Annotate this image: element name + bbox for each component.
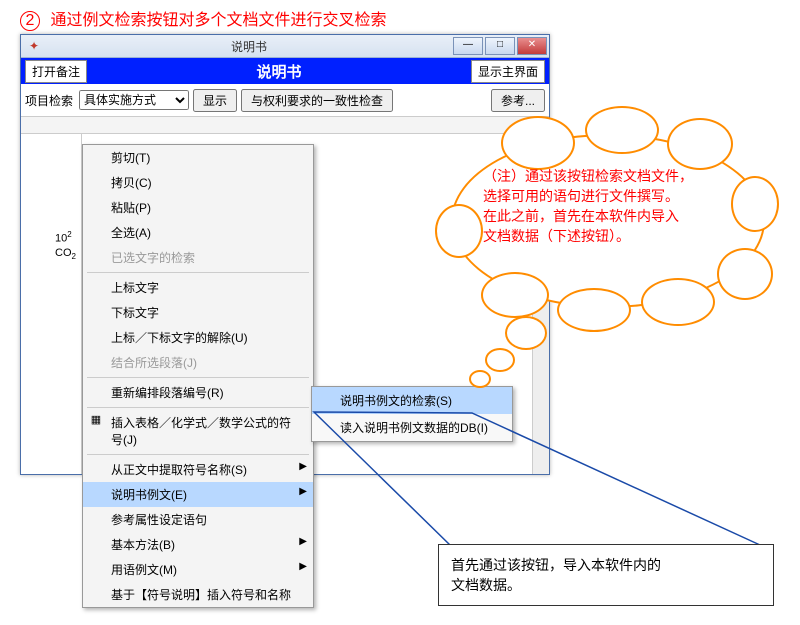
left-gutter: 102 CO2: [21, 134, 82, 474]
window-title: 说明书: [47, 38, 451, 55]
menu-separator: [87, 377, 309, 378]
submenu-arrow-icon: ▶: [299, 561, 307, 572]
window-controls: — □ ✕: [451, 37, 547, 55]
menu-item-19[interactable]: 用语例文(M) ▶: [83, 557, 313, 582]
menu-item-label: 插入表格／化学式／数学公式的符号(J): [111, 416, 291, 447]
menu-item-9: 结合所选段落(J): [83, 350, 313, 375]
menu-item-label: 从正文中提取符号名称(S): [111, 463, 247, 477]
submenu-item-0[interactable]: 说明书例文的检索(S): [312, 387, 512, 414]
menu-item-4: 已选文字的检索: [83, 245, 313, 270]
page-heading: 2 通过例文检索按钮对多个文档文件进行交叉检索: [20, 6, 386, 31]
menu-item-label: 上标文字: [111, 281, 159, 295]
menu-item-label: 重新编排段落编号(R): [111, 386, 224, 400]
menu-item-0[interactable]: 剪切(T): [83, 145, 313, 170]
menu-item-18[interactable]: 基本方法(B) ▶: [83, 532, 313, 557]
close-button[interactable]: ✕: [517, 37, 547, 55]
show-button[interactable]: 显示: [193, 89, 237, 112]
consistency-check-button[interactable]: 与权利要求的一致性检查: [241, 89, 393, 112]
menu-item-6[interactable]: 上标文字: [83, 275, 313, 300]
submenu-arrow-icon: ▶: [299, 461, 307, 472]
show-main-button[interactable]: 显示主界面: [471, 60, 545, 83]
minimize-button[interactable]: —: [453, 37, 483, 55]
menu-item-label: 用语例文(M): [111, 563, 177, 577]
menu-item-label: 参考属性设定语句: [111, 513, 207, 527]
submenu-arrow-icon: ▶: [299, 486, 307, 497]
menu-item-label: 下标文字: [111, 306, 159, 320]
gutter-labels: 102 CO2: [55, 228, 76, 264]
primary-toolbar: 打开备注 说明书 显示主界面: [21, 58, 549, 84]
menu-item-7[interactable]: 下标文字: [83, 300, 313, 325]
menu-item-icon: ▦: [89, 413, 103, 427]
subscript-example: CO2: [55, 246, 76, 264]
section-select[interactable]: 具体实施方式: [79, 90, 189, 110]
menu-separator: [87, 454, 309, 455]
toolbar-title: 说明书: [87, 61, 471, 82]
menu-item-label: 拷贝(C): [111, 176, 152, 190]
menu-item-label: 基于【符号说明】插入符号和名称: [111, 588, 291, 602]
menu-item-label: 基本方法(B): [111, 538, 175, 552]
menu-item-label: 说明书例文(E): [111, 488, 187, 502]
submenu-item-1[interactable]: 读入说明书例文数据的DB(I): [312, 414, 512, 441]
menu-item-2[interactable]: 粘贴(P): [83, 195, 313, 220]
menu-separator: [87, 407, 309, 408]
menu-item-16[interactable]: 说明书例文(E) ▶: [83, 482, 313, 507]
open-notes-button[interactable]: 打开备注: [25, 60, 87, 83]
titlebar: ✦ 说明书 — □ ✕: [21, 35, 549, 58]
context-menu: 剪切(T) 拷贝(C) 粘贴(P) 全选(A) 已选文字的检索上标文字下标文字上标／下标…: [82, 144, 314, 608]
submenu: 说明书例文的检索(S)读入说明书例文数据的DB(I): [311, 386, 513, 442]
menu-item-17[interactable]: 参考属性设定语句: [83, 507, 313, 532]
menu-item-label: 全选(A): [111, 226, 151, 240]
submenu-arrow-icon: ▶: [299, 536, 307, 547]
menu-item-label: 结合所选段落(J): [111, 356, 197, 370]
menu-item-label: 粘贴(P): [111, 201, 151, 215]
superscript-example: 102: [55, 228, 76, 246]
menu-item-15[interactable]: 从正文中提取符号名称(S) ▶: [83, 457, 313, 482]
menu-item-label: 已选文字的检索: [111, 251, 195, 265]
menu-item-20[interactable]: 基于【符号说明】插入符号和名称: [83, 582, 313, 607]
callout-box: 首先通过该按钮，导入本软件内的 文档数据。: [438, 544, 774, 606]
menu-item-13[interactable]: ▦ 插入表格／化学式／数学公式的符号(J): [83, 410, 313, 452]
menu-separator: [87, 272, 309, 273]
cloud-note-text: （注）通过该按钮检索文档文件， 选择可用的语句进行文件撰写。 在此之前，首先在本…: [483, 166, 747, 246]
menu-item-label: 上标／下标文字的解除(U): [111, 331, 248, 345]
menu-item-11[interactable]: 重新编排段落编号(R): [83, 380, 313, 405]
search-label: 项目检索: [25, 92, 73, 109]
app-icon: ✦: [27, 39, 41, 53]
maximize-button[interactable]: □: [485, 37, 515, 55]
menu-item-1[interactable]: 拷贝(C): [83, 170, 313, 195]
menu-item-3[interactable]: 全选(A): [83, 220, 313, 245]
menu-item-label: 剪切(T): [111, 151, 150, 165]
heading-number: 2: [20, 11, 40, 31]
menu-item-8[interactable]: 上标／下标文字的解除(U): [83, 325, 313, 350]
thought-cloud: （注）通过该按钮检索文档文件， 选择可用的语句进行文件撰写。 在此之前，首先在本…: [445, 104, 775, 344]
heading-text: 通过例文检索按钮对多个文档文件进行交叉检索: [50, 12, 386, 29]
